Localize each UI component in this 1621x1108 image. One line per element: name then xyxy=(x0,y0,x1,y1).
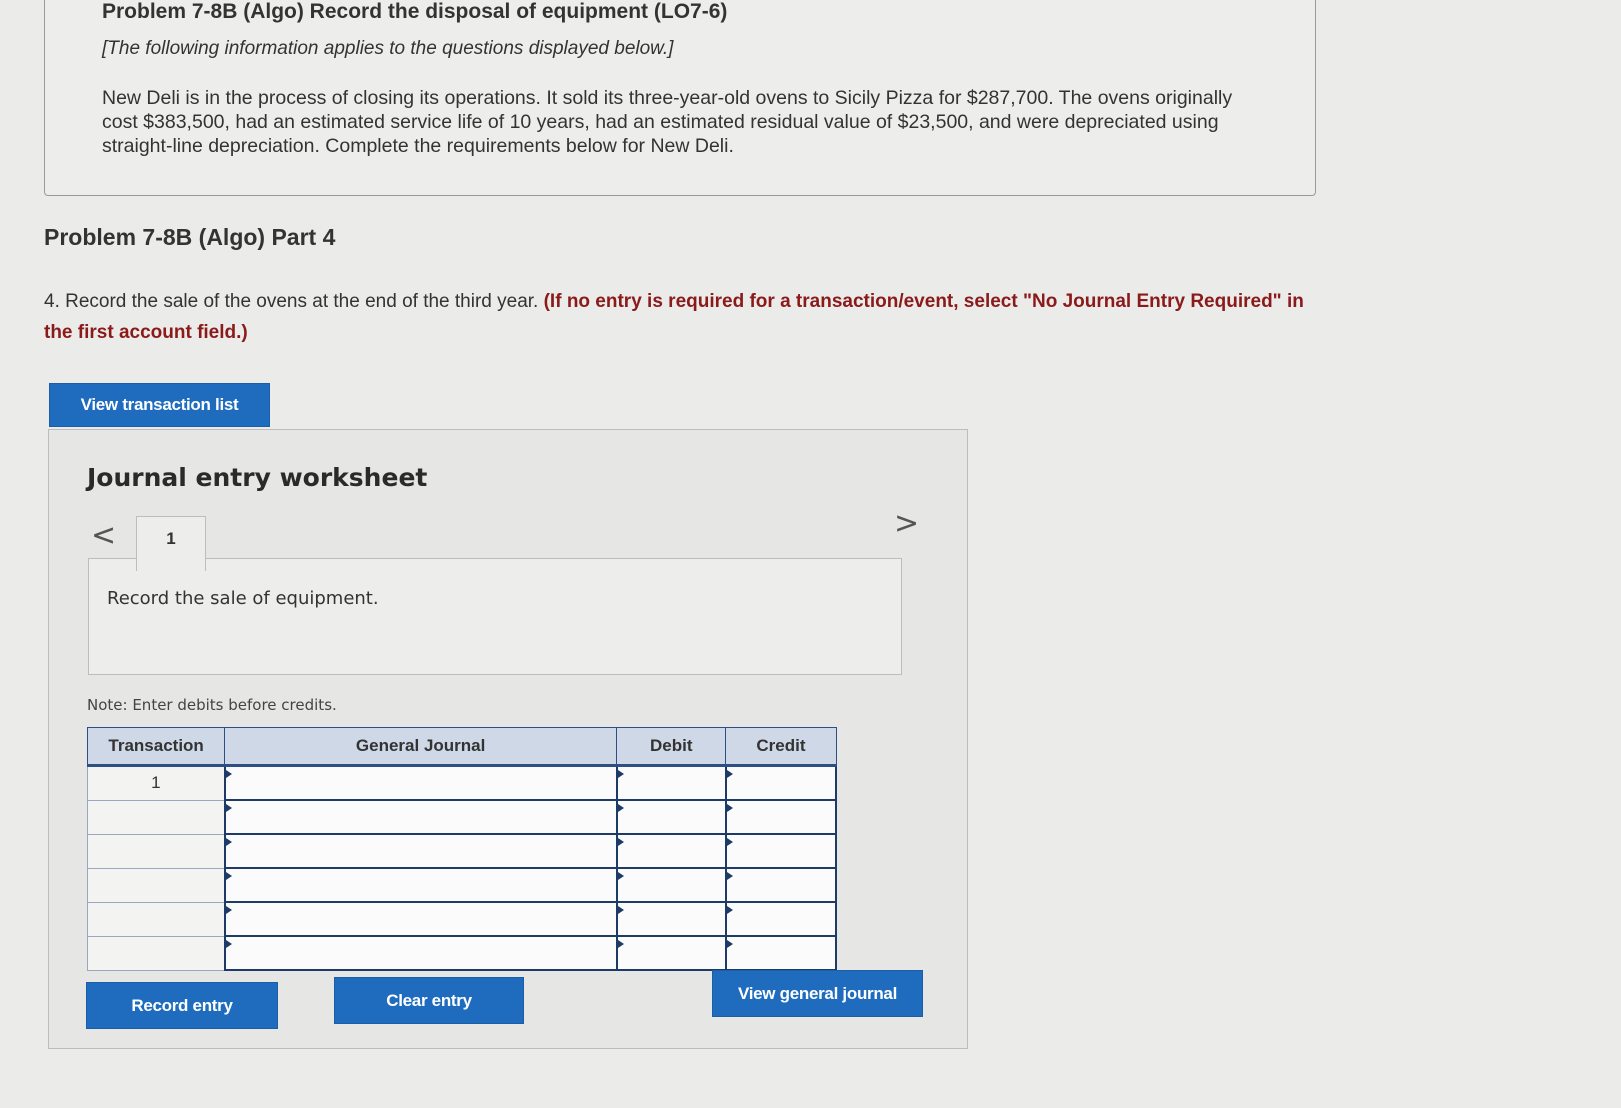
entry-description-panel xyxy=(88,558,902,675)
debit-input[interactable] xyxy=(615,901,727,937)
account-input[interactable] xyxy=(223,867,618,903)
record-entry-button[interactable]: Record entry xyxy=(86,982,278,1029)
worksheet-title: Journal entry worksheet xyxy=(87,463,428,492)
next-entry-arrow-icon[interactable]: > xyxy=(894,506,919,541)
clear-entry-button[interactable]: Clear entry xyxy=(334,977,524,1024)
transaction-cell xyxy=(86,935,226,971)
view-transaction-list-button[interactable]: View transaction list xyxy=(49,383,270,427)
credit-input[interactable] xyxy=(724,935,838,971)
header-transaction: Transaction xyxy=(86,727,226,767)
credit-input[interactable] xyxy=(724,764,838,801)
transaction-cell xyxy=(86,867,226,903)
transaction-cell: 1 xyxy=(86,765,226,801)
table-row xyxy=(86,799,838,835)
transaction-cell xyxy=(86,799,226,835)
account-input[interactable] xyxy=(223,935,618,971)
account-input[interactable] xyxy=(223,901,618,937)
entry-description: Record the sale of equipment. xyxy=(107,588,379,609)
header-general-journal: General Journal xyxy=(224,727,618,767)
problem-title: Problem 7-8B (Algo) Record the disposal … xyxy=(102,0,728,23)
table-header-row: Transaction General Journal Debit Credit xyxy=(86,727,837,767)
problem-subtitle: [The following information applies to th… xyxy=(102,38,674,59)
credit-input[interactable] xyxy=(724,799,838,835)
table-row xyxy=(86,833,838,869)
question: 4. Record the sale of the ovens at the e… xyxy=(44,286,1314,348)
table-row xyxy=(86,935,838,971)
transaction-cell xyxy=(86,833,226,869)
tab-entry-1[interactable]: 1 xyxy=(136,516,206,571)
transaction-cell xyxy=(86,901,226,937)
debit-input[interactable] xyxy=(615,799,727,835)
header-debit: Debit xyxy=(616,727,727,767)
table-row: 1 xyxy=(86,764,838,801)
problem-description: New Deli is in the process of closing it… xyxy=(102,87,1233,157)
question-text: 4. Record the sale of the ovens at the e… xyxy=(44,291,539,312)
credit-input[interactable] xyxy=(724,901,838,937)
account-input[interactable] xyxy=(223,799,618,835)
journal-table: Transaction General Journal Debit Credit… xyxy=(86,727,838,971)
debit-input[interactable] xyxy=(615,867,727,903)
debit-input[interactable] xyxy=(615,935,727,971)
header-credit: Credit xyxy=(725,727,837,767)
account-input[interactable] xyxy=(223,764,618,801)
view-general-journal-button[interactable]: View general journal xyxy=(712,970,923,1017)
account-input[interactable] xyxy=(223,833,618,869)
entry-note: Note: Enter debits before credits. xyxy=(87,696,337,714)
table-row xyxy=(86,867,838,903)
table-row xyxy=(86,901,838,937)
part-title: Problem 7-8B (Algo) Part 4 xyxy=(44,224,336,250)
credit-input[interactable] xyxy=(724,867,838,903)
previous-entry-arrow-icon[interactable]: < xyxy=(91,518,116,553)
debit-input[interactable] xyxy=(615,833,727,869)
credit-input[interactable] xyxy=(724,833,838,869)
debit-input[interactable] xyxy=(615,764,727,801)
tab-label: 1 xyxy=(166,529,176,548)
